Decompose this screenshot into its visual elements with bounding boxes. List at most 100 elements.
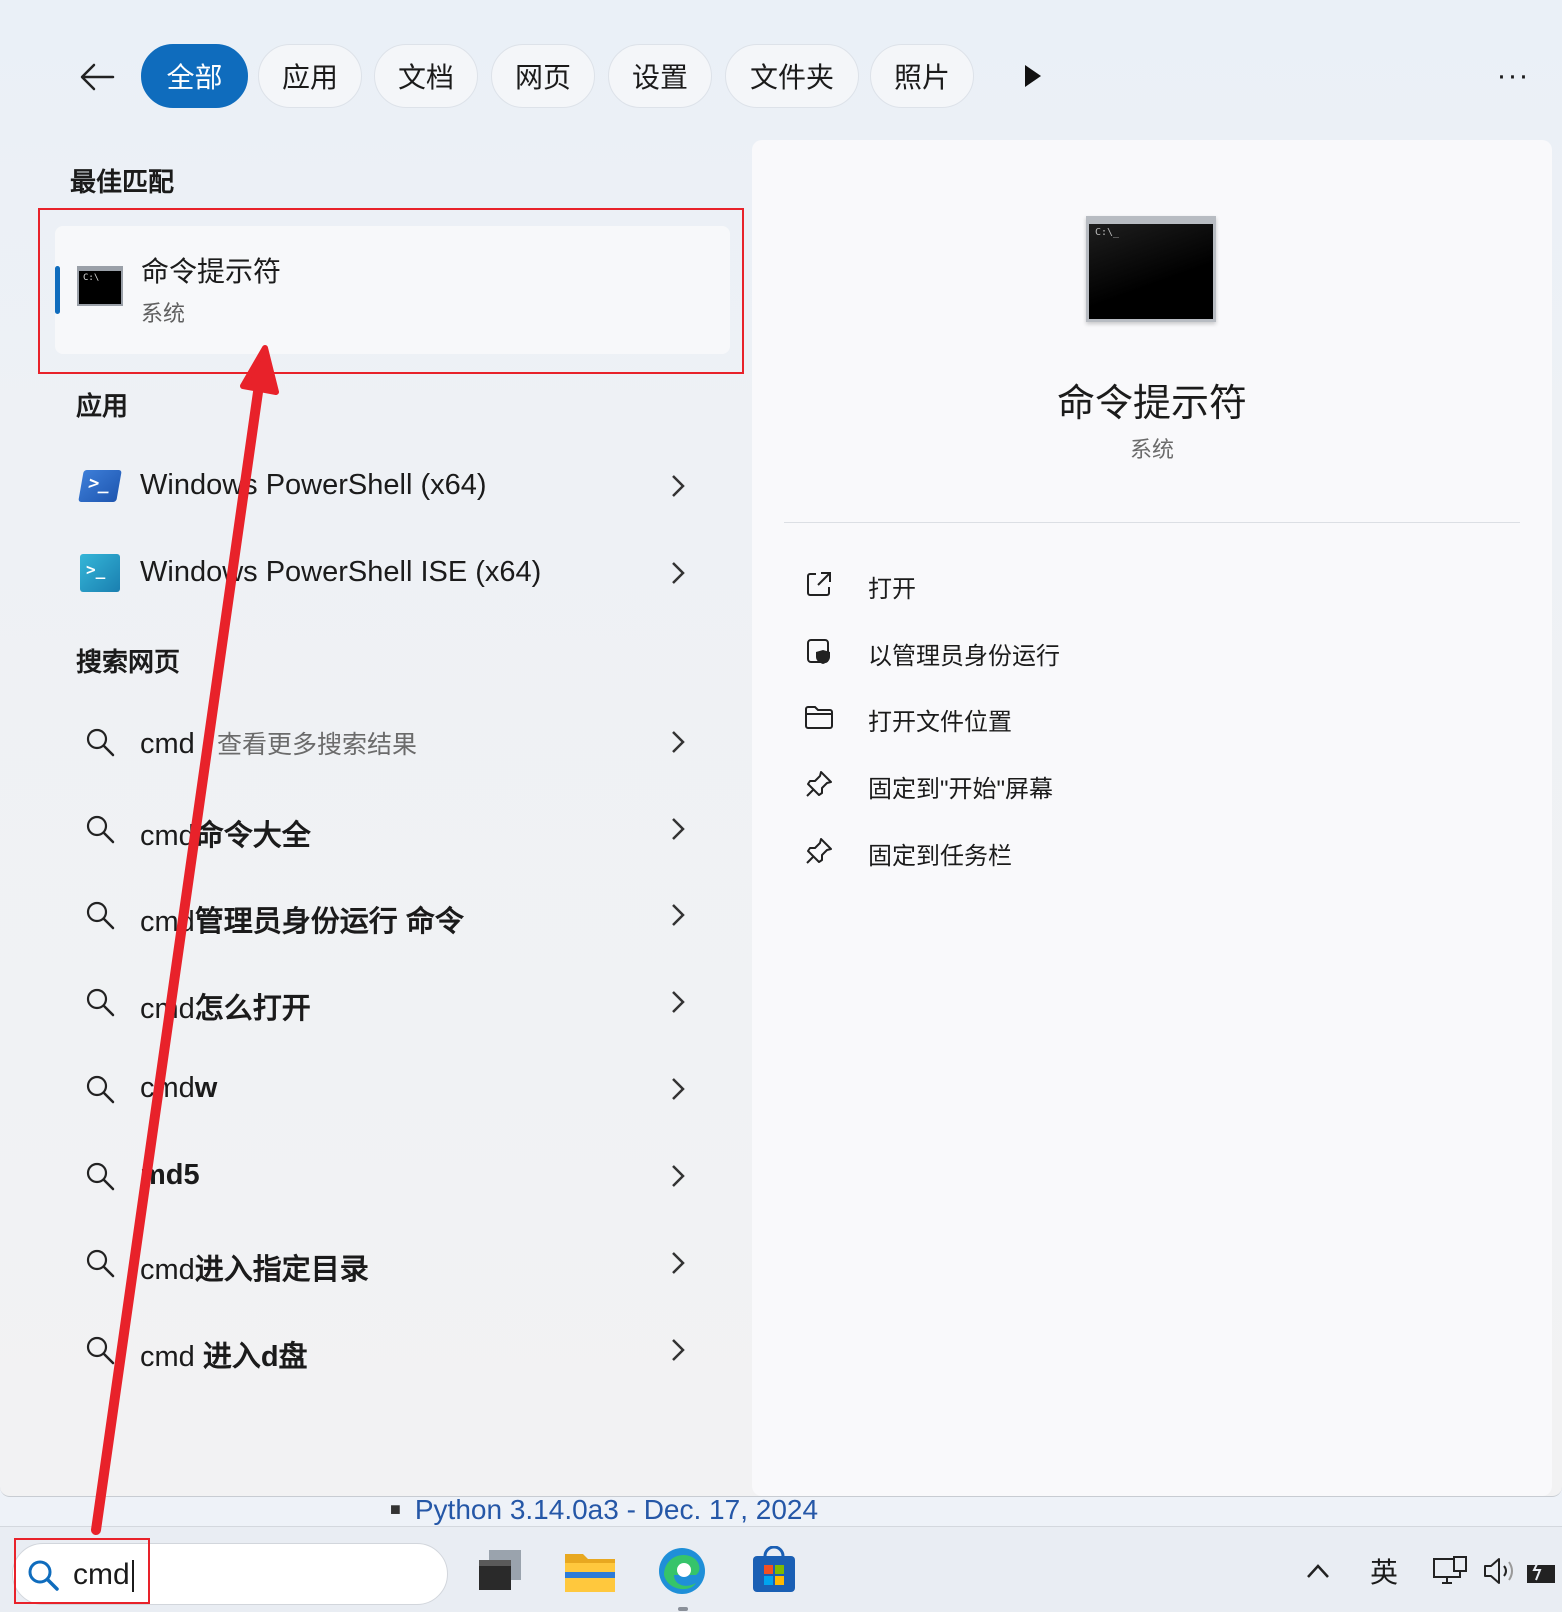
action-label: 固定到"开始"屏幕 xyxy=(868,776,1054,803)
filter-settings[interactable]: 设置 xyxy=(608,44,712,108)
web-result-item[interactable]: cmd管理员身份运行 命令 xyxy=(70,880,700,950)
microsoft-store-button[interactable] xyxy=(744,1541,804,1601)
search-icon xyxy=(80,811,120,847)
divider xyxy=(784,522,1520,523)
app-result-powershell[interactable]: Windows PowerShell (x64) xyxy=(70,451,700,521)
search-icon xyxy=(80,984,120,1020)
edge-icon xyxy=(659,1548,705,1594)
play-arrow-icon xyxy=(1025,65,1041,87)
chevron-right-icon[interactable] xyxy=(666,987,690,1017)
app-result-label: Windows PowerShell (x64) xyxy=(140,469,487,501)
battery-charging-icon xyxy=(1527,1557,1555,1583)
section-title-apps: 应用 xyxy=(76,391,129,421)
web-result-item[interactable]: cmd 进入d盘 xyxy=(70,1315,700,1385)
more-filters-button[interactable] xyxy=(1018,58,1048,94)
edge-browser-button[interactable] xyxy=(652,1541,712,1601)
filter-web[interactable]: 网页 xyxy=(491,44,595,108)
annotation-highlight-search xyxy=(14,1538,150,1604)
app-result-powershell-ise[interactable]: Windows PowerShell ISE (x64) xyxy=(70,538,700,608)
network-icon xyxy=(1433,1556,1467,1584)
task-view-icon xyxy=(479,1550,521,1590)
action-pin-to-start[interactable]: 固定到"开始"屏幕 xyxy=(802,759,1402,809)
folder-icon xyxy=(565,1554,615,1592)
filter-all[interactable]: 全部 xyxy=(141,44,248,108)
action-open-file-location[interactable]: 打开文件位置 xyxy=(802,692,1402,742)
detail-pane: C:\_ 命令提示符 系统 打开 以管理员身份运行 打开文件位置 固定到"开始"… xyxy=(752,140,1552,1496)
filter-documents[interactable]: 文档 xyxy=(374,44,478,108)
web-result-label: cmd - 查看更多搜索结果 xyxy=(140,725,417,761)
chevron-right-icon[interactable] xyxy=(666,900,690,930)
file-explorer-button[interactable] xyxy=(560,1541,620,1601)
web-result-item[interactable]: cmd命令大全 xyxy=(70,794,700,864)
detail-title: 命令提示符 xyxy=(1056,383,1247,425)
query-suggestion: 进入d盘 xyxy=(202,1341,308,1373)
web-result-item[interactable]: cmdw xyxy=(70,1054,700,1124)
chevron-right-icon[interactable] xyxy=(666,471,690,501)
chevron-right-icon[interactable] xyxy=(666,1335,690,1365)
store-icon xyxy=(753,1546,795,1592)
search-icon xyxy=(80,1158,120,1194)
folder-icon xyxy=(802,700,836,734)
query-suggestion: md5 xyxy=(140,1159,200,1191)
show-hidden-icons-button[interactable] xyxy=(1298,1549,1338,1593)
back-arrow-icon xyxy=(80,63,115,91)
input-method-indicator[interactable]: 英 xyxy=(1362,1549,1406,1593)
web-result-item[interactable]: md5 xyxy=(70,1141,700,1211)
search-icon xyxy=(80,724,120,760)
chevron-right-icon[interactable] xyxy=(666,727,690,757)
action-pin-to-taskbar[interactable]: 固定到任务栏 xyxy=(802,826,1402,876)
search-icon xyxy=(80,1332,120,1368)
web-result-item[interactable]: cmd进入指定目录 xyxy=(70,1228,700,1298)
search-icon xyxy=(80,1071,120,1107)
app-result-label: Windows PowerShell ISE (x64) xyxy=(140,556,542,588)
detail-subtitle: 系统 xyxy=(1129,437,1174,462)
task-view-button[interactable] xyxy=(470,1541,530,1601)
web-result-label: cmdw xyxy=(140,1072,217,1105)
volume-button[interactable] xyxy=(1480,1549,1520,1593)
query-prefix: cmd xyxy=(140,1254,195,1286)
more-options-button[interactable]: ··· xyxy=(1490,56,1536,96)
speaker-icon xyxy=(1484,1558,1513,1584)
back-button[interactable] xyxy=(72,52,122,102)
annotation-highlight-best-match xyxy=(38,208,744,374)
battery-button[interactable] xyxy=(1526,1549,1560,1593)
filter-folders[interactable]: 文件夹 xyxy=(725,44,859,108)
chevron-right-icon[interactable] xyxy=(666,1074,690,1104)
action-open[interactable]: 打开 xyxy=(802,559,1402,609)
action-label: 打开 xyxy=(868,576,916,603)
taskbar: cmd 英 xyxy=(0,1526,1562,1612)
web-result-label: cmd进入指定目录 xyxy=(140,1246,369,1288)
query-suggestion: 命令大全 xyxy=(194,820,311,852)
query-prefix: cmd xyxy=(140,993,195,1025)
chevron-right-icon[interactable] xyxy=(666,814,690,844)
query-prefix: cmd xyxy=(140,728,195,760)
filter-apps[interactable]: 应用 xyxy=(258,44,362,108)
search-icon xyxy=(80,897,120,933)
web-result-item[interactable]: cmd怎么打开 xyxy=(70,967,700,1037)
action-run-as-admin[interactable]: 以管理员身份运行 xyxy=(802,626,1402,676)
chevron-right-icon[interactable] xyxy=(666,558,690,588)
chevron-right-icon[interactable] xyxy=(666,1161,690,1191)
section-title-best-match: 最佳匹配 xyxy=(70,167,175,197)
filter-photos[interactable]: 照片 xyxy=(870,44,974,108)
query-prefix: cmd xyxy=(140,906,195,938)
shield-admin-icon xyxy=(802,634,836,668)
query-suggestion: 怎么打开 xyxy=(194,993,311,1025)
pin-icon xyxy=(802,834,836,868)
query-suggestion: w xyxy=(194,1072,218,1104)
web-result-label: cmd怎么打开 xyxy=(140,985,311,1027)
running-indicator xyxy=(678,1607,688,1611)
section-title-web: 搜索网页 xyxy=(76,647,181,677)
query-suggestion: 管理员身份运行 命令 xyxy=(194,906,464,938)
web-result-label: md5 xyxy=(140,1159,200,1192)
background-page-link[interactable]: ■ Python 3.14.0a3 - Dec. 17, 2024 xyxy=(390,1494,818,1526)
web-result-label: cmd 进入d盘 xyxy=(140,1333,308,1375)
network-button[interactable] xyxy=(1428,1549,1472,1593)
query-prefix: cmd xyxy=(140,1072,195,1104)
web-result-item[interactable]: cmd - 查看更多搜索结果 xyxy=(70,707,700,777)
web-result-label: cmd命令大全 xyxy=(140,812,311,854)
chevron-right-icon[interactable] xyxy=(666,1248,690,1278)
action-label: 打开文件位置 xyxy=(868,709,1012,736)
search-icon xyxy=(80,1245,120,1281)
chevron-up-icon xyxy=(1307,1564,1329,1578)
